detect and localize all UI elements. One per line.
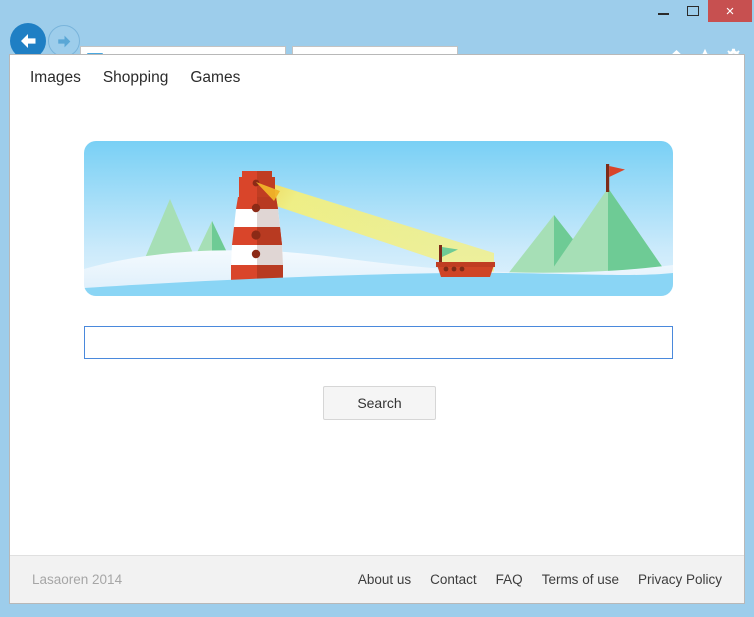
- forward-button[interactable]: [48, 25, 80, 57]
- nav-link-images[interactable]: Images: [30, 69, 81, 87]
- minimize-icon: [657, 13, 669, 15]
- nav-link-shopping[interactable]: Shopping: [103, 69, 169, 87]
- minimize-button[interactable]: [648, 0, 678, 22]
- maximize-button[interactable]: [678, 0, 708, 22]
- search-input[interactable]: [84, 326, 673, 359]
- footer-link-faq[interactable]: FAQ: [496, 572, 523, 587]
- footer-link-contact[interactable]: Contact: [430, 572, 477, 587]
- footer-link-privacy-policy[interactable]: Privacy Policy: [638, 572, 722, 587]
- footer-copyright: Lasaoren 2014: [32, 572, 123, 587]
- forward-arrow-icon: [57, 35, 70, 47]
- nav-link-games[interactable]: Games: [190, 69, 240, 87]
- site-nav: Images Shopping Games: [30, 69, 240, 87]
- footer-link-terms-of-use[interactable]: Terms of use: [542, 572, 619, 587]
- close-window-button[interactable]: ×: [708, 0, 752, 22]
- footer-link-about-us[interactable]: About us: [358, 572, 411, 587]
- footer-links: About us Contact FAQ Terms of use Privac…: [358, 572, 722, 587]
- maximize-icon: [687, 6, 699, 16]
- lighthouse-seascape-svg: [84, 141, 673, 296]
- page-footer: Lasaoren 2014 About us Contact FAQ Terms…: [10, 555, 744, 603]
- search-button[interactable]: Search: [323, 386, 436, 420]
- back-arrow-icon: [21, 34, 36, 48]
- browser-window: × http://lasaoren.com/: [0, 0, 754, 617]
- close-icon: ×: [725, 2, 735, 20]
- hero-illustration: [84, 141, 673, 296]
- page-viewport: Images Shopping Games Search Lasaoren 20…: [9, 54, 745, 604]
